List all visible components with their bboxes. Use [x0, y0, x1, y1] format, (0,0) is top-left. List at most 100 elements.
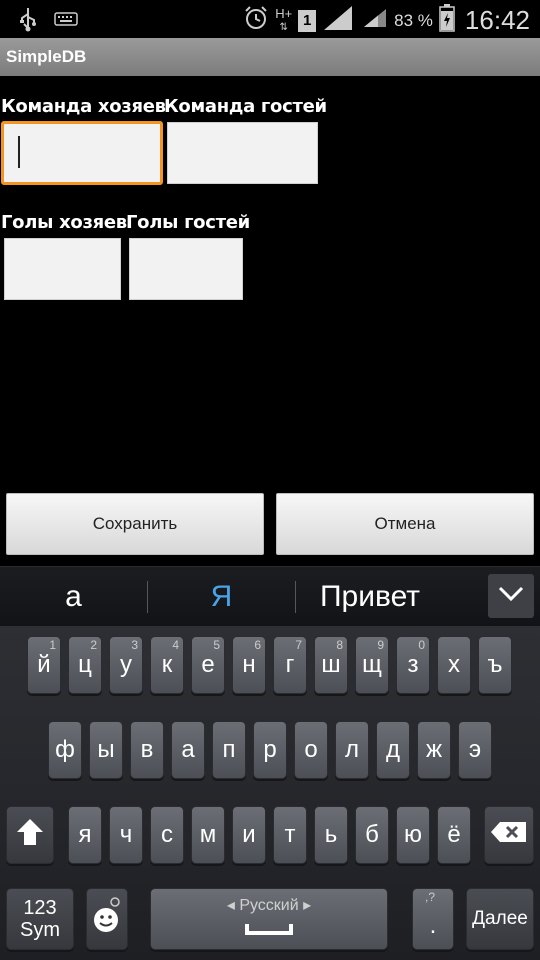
home-goals-input[interactable]	[4, 238, 121, 300]
key-hint: 4	[172, 638, 179, 652]
emoji-key[interactable]	[86, 888, 128, 950]
guest-team-input[interactable]	[167, 122, 318, 184]
key-ч[interactable]: ч	[109, 806, 143, 864]
key-т[interactable]: т	[273, 806, 307, 864]
key-hint: 0	[418, 638, 425, 652]
key-hint: 5	[213, 638, 220, 652]
key-label: ш	[321, 651, 341, 678]
key-label: д	[385, 736, 400, 763]
key-и[interactable]: и	[232, 806, 266, 864]
period-label: .	[429, 912, 437, 939]
key-label: ё	[447, 821, 461, 848]
home-team-input[interactable]	[1, 121, 163, 185]
key-hint: 6	[254, 638, 261, 652]
key-й[interactable]: 1й	[27, 636, 61, 694]
network-h-plus-icon: H+ ⇅	[275, 5, 293, 33]
guest-goals-label: Голы гостей	[126, 212, 250, 233]
suggestion-item[interactable]: Я	[148, 567, 295, 627]
key-о[interactable]: о	[294, 721, 328, 779]
home-team-label: Команда хозяев	[1, 96, 166, 117]
key-ю[interactable]: ю	[396, 806, 430, 864]
key-ы[interactable]: ы	[89, 721, 123, 779]
cancel-button[interactable]: Отмена	[276, 493, 534, 555]
key-hint: 3	[131, 638, 138, 652]
key-hint: 7	[295, 638, 302, 652]
key-label: я	[78, 821, 92, 848]
key-label: у	[120, 651, 132, 678]
signal-icon	[322, 4, 356, 37]
key-label: ф	[55, 736, 75, 763]
next-key[interactable]: Далее	[466, 888, 534, 950]
key-в[interactable]: в	[130, 721, 164, 779]
backspace-key[interactable]	[484, 806, 534, 864]
key-б[interactable]: б	[355, 806, 389, 864]
key-label: п	[222, 736, 236, 763]
period-key[interactable]: ,? .	[412, 888, 454, 950]
key-м[interactable]: м	[191, 806, 225, 864]
key-ь[interactable]: ь	[314, 806, 348, 864]
key-label: н	[242, 651, 256, 678]
key-у[interactable]: 3у	[109, 636, 143, 694]
key-label: ч	[119, 821, 133, 848]
key-label: ы	[97, 736, 115, 763]
collapse-suggestions-button[interactable]	[488, 574, 534, 618]
guest-goals-input[interactable]	[129, 238, 243, 300]
key-label: а	[181, 736, 195, 763]
suggestion-item[interactable]: а	[0, 567, 147, 627]
key-ж[interactable]: ж	[417, 721, 451, 779]
key-label: ъ	[487, 651, 503, 678]
key-label: й	[37, 651, 51, 678]
key-label: м	[199, 821, 217, 848]
keyboard: 1й2ц3у4к5е6н7г8ш9щ0зхъ фывапролджэ ячсми…	[0, 626, 540, 960]
key-label: т	[284, 821, 296, 848]
key-к[interactable]: 4к	[150, 636, 184, 694]
period-hint: ,?	[425, 890, 436, 904]
key-я[interactable]: я	[68, 806, 102, 864]
sim-slot-text: 1	[303, 11, 312, 29]
shift-arrow-icon	[15, 817, 45, 854]
key-label: в	[140, 736, 154, 763]
status-bar: H+ ⇅ 1 83 % 16:42	[0, 0, 540, 38]
key-р[interactable]: р	[253, 721, 287, 779]
key-hint: 2	[90, 638, 97, 652]
usb-icon	[18, 6, 38, 36]
key-э[interactable]: э	[458, 721, 492, 779]
key-label: з	[407, 651, 419, 678]
alarm-icon	[243, 5, 269, 36]
key-з[interactable]: 0з	[396, 636, 430, 694]
text-caret	[18, 136, 20, 168]
shift-key[interactable]	[6, 806, 54, 864]
key-ъ[interactable]: ъ	[478, 636, 512, 694]
key-х[interactable]: х	[437, 636, 471, 694]
symbols-key-line1: 123	[23, 897, 57, 919]
key-н[interactable]: 6н	[232, 636, 266, 694]
key-label: б	[365, 821, 379, 848]
key-а[interactable]: а	[171, 721, 205, 779]
key-ё[interactable]: ё	[437, 806, 471, 864]
guest-team-label: Команда гостей	[164, 96, 327, 117]
key-label: с	[161, 821, 173, 848]
key-ф[interactable]: ф	[48, 721, 82, 779]
save-button[interactable]: Сохранить	[6, 493, 264, 555]
key-ц[interactable]: 2ц	[68, 636, 102, 694]
key-е[interactable]: 5е	[191, 636, 225, 694]
suggestion-item[interactable]: Привет	[296, 567, 444, 627]
key-с[interactable]: с	[150, 806, 184, 864]
space-key[interactable]: ◂ Русский ▸	[150, 888, 388, 950]
key-label: ю	[404, 821, 422, 848]
key-г[interactable]: 7г	[273, 636, 307, 694]
key-label: э	[468, 736, 482, 763]
key-щ[interactable]: 9щ	[355, 636, 389, 694]
key-label: е	[201, 651, 215, 678]
key-hint: 9	[377, 638, 384, 652]
keyboard-icon	[54, 11, 78, 31]
key-п[interactable]: п	[212, 721, 246, 779]
home-goals-label: Голы хозяев	[1, 212, 127, 233]
key-л[interactable]: л	[335, 721, 369, 779]
key-ш[interactable]: 8ш	[314, 636, 348, 694]
signal-icon	[362, 7, 388, 34]
symbols-key[interactable]: 123 Sym	[6, 888, 74, 950]
key-д[interactable]: д	[376, 721, 410, 779]
key-label: ж	[425, 736, 443, 763]
key-label: х	[448, 651, 460, 678]
